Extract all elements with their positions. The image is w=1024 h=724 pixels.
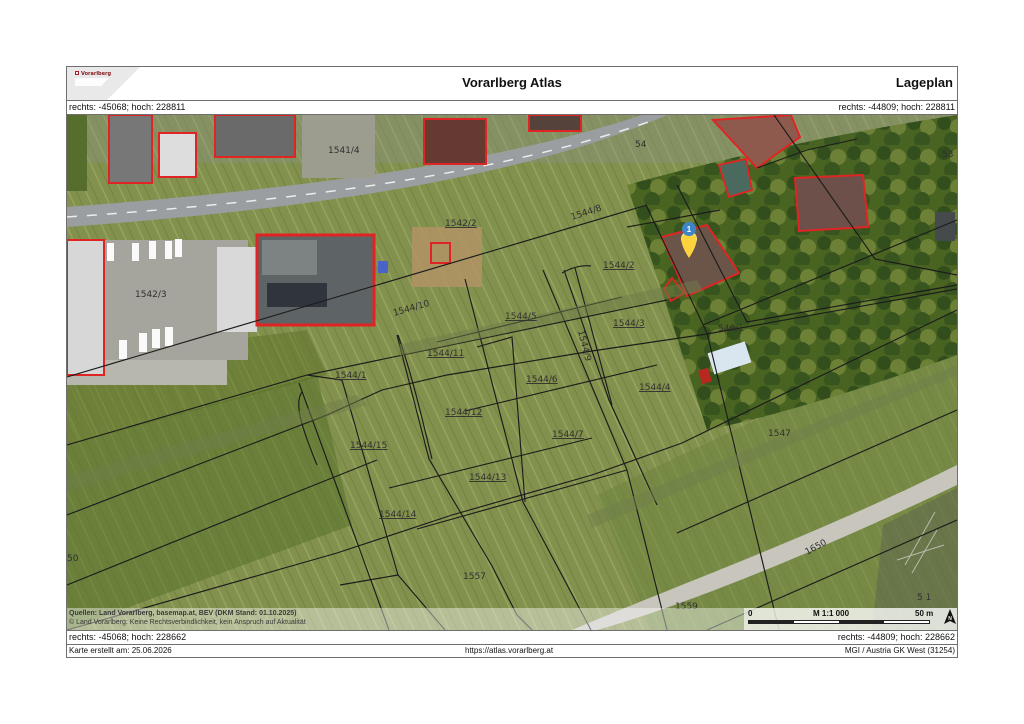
parcel-label-1544-1: 1544/1 [335,371,367,381]
atlas-url[interactable]: https://atlas.vorarlberg.at [465,644,553,657]
parcel-label-540-1: 540/1 [718,324,744,334]
map-subtitle: Lageplan [895,75,953,90]
aerial-cadastral-map[interactable]: 1 1541/4 1542/2 1542/3 1544/1 0 1544/11 1… [67,115,957,630]
warehouse-left [67,239,105,376]
parcel-label-54: 54 [635,140,647,150]
north-building-4 [423,118,487,165]
svg-text:N: N [948,616,952,622]
scale-ratio-label: M 1:1 000 [813,609,850,618]
white-warehouse [217,247,257,332]
northeast-shed [935,212,955,241]
source-line-1: Quellen: Land Vorarlberg, basemap.at, BE… [69,610,297,617]
parcel-label-1544-11: 1544/11 [427,349,464,359]
parcel-label-1544-3: 1544/3 [613,319,645,329]
parcel-label-1541-4: 1541/4 [328,146,360,156]
scale-distance-label: 50 m [915,609,934,618]
map-footer: Karte erstellt am: 25.06.2026 https://at… [67,644,957,657]
parcel-label-50: 50 [67,554,79,564]
scale-panel: 0 M 1:1 000 50 m N [744,608,957,630]
parcel-label-1544-13: 1544/13 [469,473,506,483]
north-building-1 [108,115,153,184]
scale-bar [748,620,930,624]
north-arrow-icon: N [944,609,956,627]
scale-zero-label: 0 [748,609,753,618]
parcel-label-1542-3: 1542/3 [135,290,167,300]
map-title: Vorarlberg Atlas [462,75,562,90]
neighbor-house-2 [793,173,870,233]
location-marker-label: 1 [687,225,692,234]
top-left-coordinate: rechts: -45068; hoch: 228811 [69,102,186,112]
bottom-coordinate-bar: rechts: -45068; hoch: 228662 rechts: -44… [67,630,957,645]
parcel-label-1557: 1557 [463,572,486,582]
parcel-label-1544-15: 1544/15 [350,441,387,451]
north-building-3 [214,115,296,158]
top-right-coordinate: rechts: -44809; hoch: 228811 [838,102,955,112]
projection-info: MGI / Austria GK West (31254) [844,646,955,655]
atlas-map-sheet: Vorarlberg Vorarlberg Atlas Lageplan rec… [66,66,958,658]
parcel-label-1544-14: 1544/14 [379,510,417,520]
parcel-label-1542-2: 1542/2 [445,219,477,229]
parcel-label-1544-4: 1544/4 [639,383,671,393]
map-header: Vorarlberg Vorarlberg Atlas Lageplan [67,67,957,101]
top-coordinate-bar: rechts: -45068; hoch: 228811 rechts: -44… [67,101,957,115]
parcel-label-53: 53 [942,150,953,160]
parcel-label-1544-7: 1544/7 [552,430,584,440]
parcel-label-5-1: 5 1 [917,593,931,603]
source-line-2: © Land Vorarlberg: Keine Rechtsverbindli… [69,619,306,626]
parcel-label-1544-12: 1544/12 [445,408,482,418]
created-date: Karte erstellt am: 25.06.2026 [69,646,172,655]
parcel-label-1544-6: 1544/6 [526,375,558,385]
parcel-label-1544-2: 1544/2 [603,261,635,271]
parcel-label-1547: 1547 [768,429,791,439]
north-building-2 [158,132,197,178]
bottom-left-coordinate: rechts: -45068; hoch: 228662 [69,632,187,642]
map-canvas: 1 1541/4 1542/2 1542/3 1544/1 0 1544/11 1… [67,115,957,630]
parcel-label-1544-5: 1544/5 [505,312,537,322]
bottom-right-coordinate: rechts: -44809; hoch: 228662 [837,632,955,642]
